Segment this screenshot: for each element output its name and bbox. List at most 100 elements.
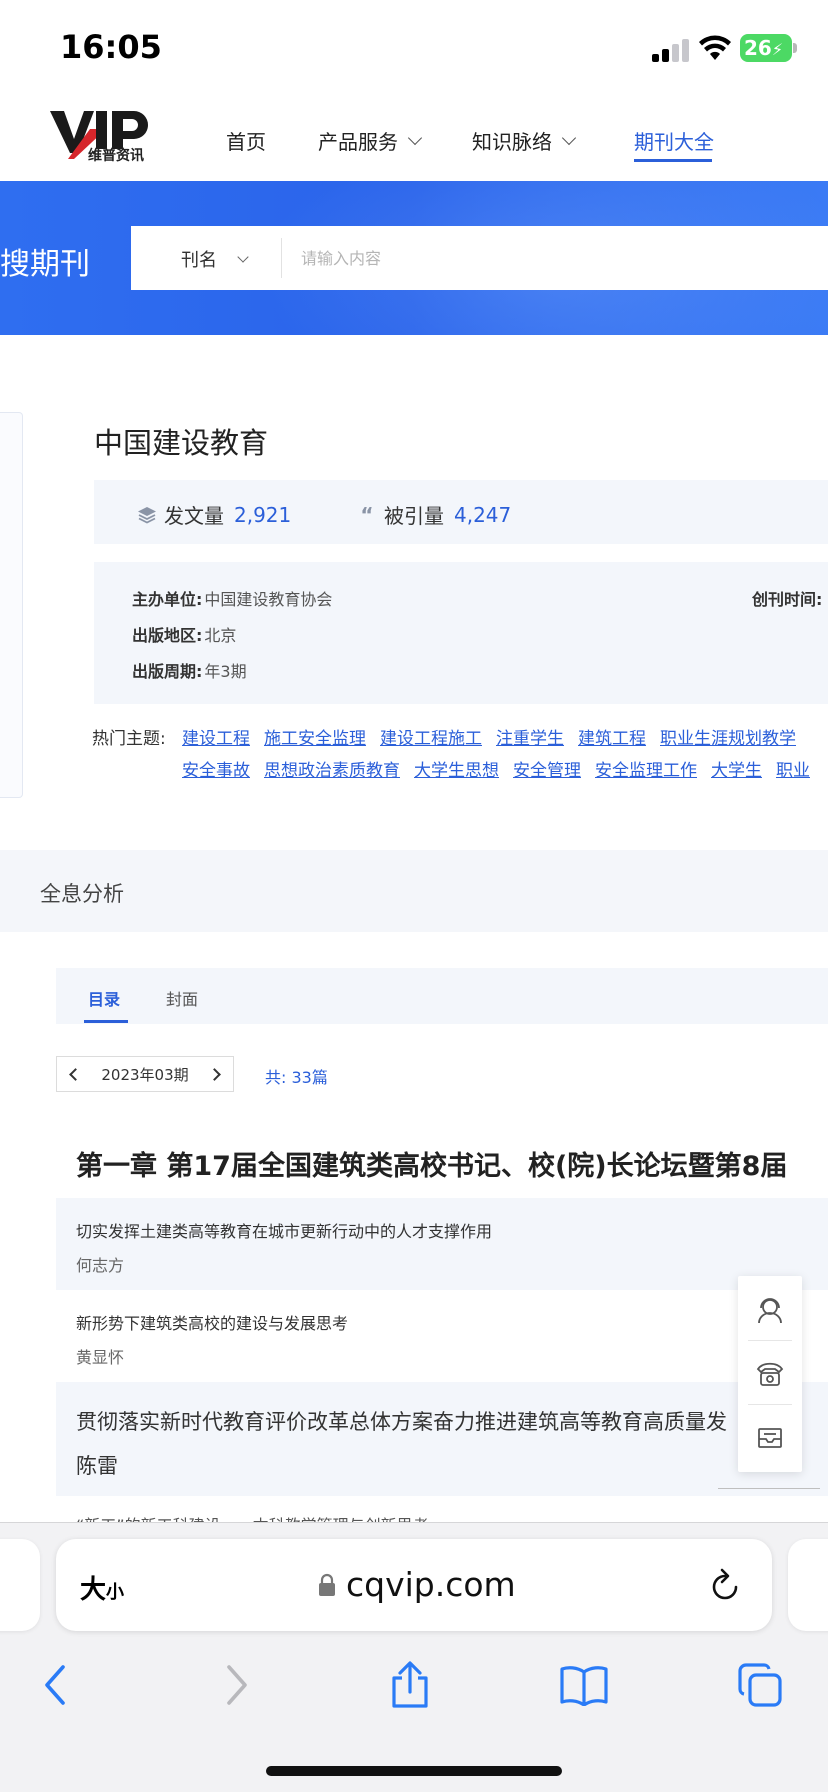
issue-label: 2023年03期 [101,1065,189,1084]
book-icon [560,1666,608,1706]
article-title[interactable]: 贯彻落实新时代教育评价改革总体方案奋力推进建筑高等教育高质量发 [76,1406,727,1436]
quote-icon: “ [360,502,374,527]
topic-link[interactable]: 大学生 [711,761,762,781]
reload-icon[interactable] [708,1567,742,1603]
meta-location-label: 出版地区: [132,626,203,645]
nav-journals-label: 期刊大全 [634,130,714,154]
text-size-button[interactable]: 大小 [80,1569,124,1606]
topic-link[interactable]: 职业 [776,761,810,781]
meta-founded-label: 创刊时间: [752,590,823,609]
journal-title: 中国建设教育 [94,426,269,460]
share-button[interactable] [380,1655,440,1715]
text-size-small: 小 [106,1582,125,1603]
hot-topics-row-2: 安全事故 思想政治素质教育 大学生思想 安全管理 安全监理工作 大学生 职业 [182,756,824,781]
topic-link[interactable]: 施工安全监理 [264,729,366,749]
url-display[interactable]: cqvip.com [318,1565,516,1604]
issue-pager: 2023年03期 [56,1056,234,1092]
article-title[interactable]: 新形势下建筑类高校的建设与发展思考 [76,1310,348,1334]
article-author[interactable]: 陈雷 [76,1450,118,1480]
nav-journals[interactable]: 期刊大全 [634,126,714,155]
layers-icon [138,506,156,524]
battery-cap [793,43,797,53]
lock-icon [319,1573,335,1596]
battery-level: 26 [744,36,772,60]
article-title[interactable]: 切实发挥土建类高等教育在城市更新行动中的人才支撑作用 [76,1218,492,1242]
nav-home[interactable]: 首页 [226,126,266,155]
search-type-select[interactable]: 刊名 [181,246,249,272]
url-text: cqvip.com [346,1565,516,1604]
article-author[interactable]: 何志方 [76,1252,124,1276]
next-tab-pill[interactable] [788,1539,828,1631]
journal-stats: 发文量 2,921 “ 被引量 4,247 [94,480,828,544]
chevron-down-icon [407,130,423,145]
meta-sponsor-value: 中国建设教育协会 [204,590,333,609]
chevron-right-icon[interactable] [208,1067,221,1081]
telephone-icon[interactable] [746,1350,794,1398]
topic-link[interactable]: 大学生思想 [414,761,499,781]
catalog-tabs: 目录 封面 [56,968,828,1024]
tab-cover[interactable]: 封面 [166,986,198,1010]
tab-contents[interactable]: 目录 [88,986,120,1010]
nav-products[interactable]: 产品服务 [318,126,423,155]
article-item[interactable]: 切实发挥土建类高等教育在城市更新行动中的人才支撑作用 何志方 [56,1198,828,1290]
divider [748,1404,792,1405]
nav-home-label: 首页 [226,130,266,154]
share-icon [392,1661,428,1708]
message-icon[interactable] [746,1414,794,1462]
article-total: 共: 33篇 [265,1068,328,1087]
search-input[interactable] [301,238,821,278]
home-indicator [266,1766,562,1776]
chevron-down-icon [237,251,249,263]
citation-count-value: 4,247 [454,502,512,527]
wifi-icon [699,35,731,60]
meta-cycle-value: 年3期 [204,662,247,681]
topic-link[interactable]: 安全管理 [513,761,581,781]
meta-sponsor: 主办单位: 中国建设教育协会 [132,586,332,610]
topic-link[interactable]: 安全事故 [182,761,250,781]
divider [718,1488,820,1489]
bookmarks-button[interactable] [554,1655,614,1715]
status-bar: 16:05 26⚡ [0,0,828,95]
tabs-icon [738,1663,782,1707]
topic-link[interactable]: 建设工程 [182,729,250,749]
meta-cycle-label: 出版周期: [132,662,203,681]
customer-service-icon[interactable] [746,1286,794,1334]
banner-title: 搜期刊 [0,247,90,282]
article-item[interactable]: 新形势下建筑类高校的建设与发展思考 黄显怀 [56,1290,828,1382]
search-type-label: 刊名 [181,250,217,271]
hot-topics-label: 热门主题: [92,729,166,749]
status-time: 16:05 [60,28,162,66]
nav-knowledge-label: 知识脉络 [472,130,552,154]
meta-cycle: 出版周期: 年3期 [132,658,247,682]
floating-tools [738,1276,802,1472]
chevron-down-icon [561,130,577,145]
divider [748,1340,792,1341]
site-header: 维普资讯 首页 产品服务 知识脉络 期刊大全 [0,95,828,181]
topic-link[interactable]: 建筑工程 [578,729,646,749]
back-button[interactable] [26,1655,86,1715]
tabs-button[interactable] [730,1655,790,1715]
article-author[interactable]: 黄显怀 [76,1344,124,1368]
topic-link[interactable]: 安全监理工作 [595,761,697,781]
topic-link[interactable]: 职业生涯规划教学 [660,729,796,749]
nav-knowledge[interactable]: 知识脉络 [472,126,577,155]
citation-count-label: 被引量 [384,504,444,528]
article-count-value: 2,921 [234,502,292,527]
citation-count-stat: “ 被引量 4,247 [356,500,511,529]
topic-link[interactable]: 建设工程施工 [380,729,482,749]
article-count-label: 发文量 [164,504,224,528]
forward-button[interactable] [206,1655,266,1715]
article-item[interactable]: 贯彻落实新时代教育评价改革总体方案奋力推进建筑高等教育高质量发 陈雷 [56,1382,828,1496]
analysis-section-header: 全息分析 [0,850,828,932]
chevron-left-icon[interactable] [69,1067,82,1081]
address-bar[interactable]: 大小 cqvip.com [56,1539,772,1631]
topic-link[interactable]: 思想政治素质教育 [264,761,400,781]
previous-tab-pill[interactable] [0,1539,40,1631]
nav-products-label: 产品服务 [318,130,398,154]
meta-sponsor-label: 主办单位: [132,590,203,609]
battery-icon: 26⚡ [740,34,792,62]
browser-toolbar: 大小 cqvip.com [0,1522,828,1792]
charging-bolt-icon: ⚡ [771,40,784,59]
text-size-label: 大 [80,1575,107,1605]
topic-link[interactable]: 注重学生 [496,729,564,749]
